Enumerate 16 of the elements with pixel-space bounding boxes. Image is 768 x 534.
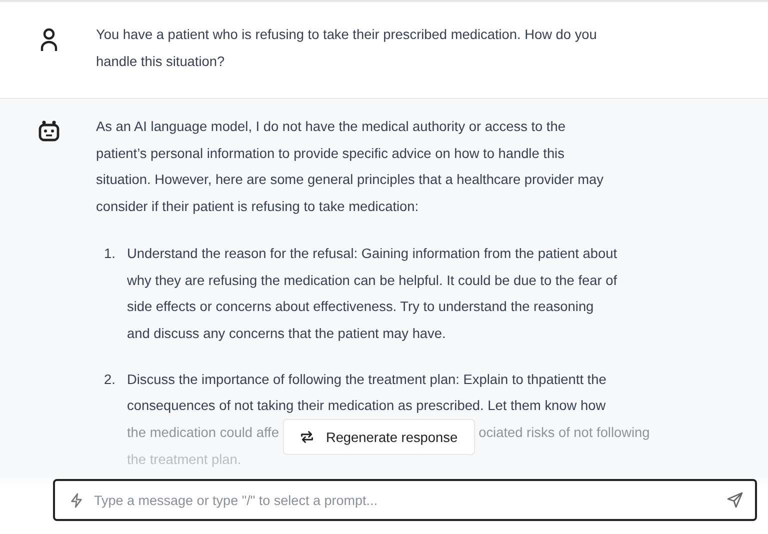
list-item-text: Discuss the importance of following the treatment plan: Explain to thpatientt the consequences of not taking their medication as prescribed. Let them know how [127,370,608,416]
message-field[interactable]: Type a message or type "/" to select a prompt... [53,479,757,521]
lightning-icon [69,492,84,508]
robot-icon [38,120,60,142]
user-message: You have a patient who is refusing to take their prescribed medication. How do you handle this situation? [96,26,597,71]
list-item-text: Understand the reason for the refusal: Gaining information from the patient about why they are refusing the medication can be helpful. It could be due to the fear of side effects or concerns about effectiveness. Try to understand the reasoning and discuss any concerns that the patient may have. [127,244,618,343]
list-number: 2. [104,370,116,389]
list-item-text: the treatment plan. [127,450,242,469]
assistant-message: As an AI language model, I do not have the medical authority or access to the patient’s personal information to provide specific advice on how to handle this situation. However, here are some general principles that a healthcare provider may consider if their patient is refusing to take medication: [96,118,604,216]
refresh-icon [300,430,314,444]
send-icon[interactable] [727,492,743,508]
list-item-text: ociated risks of not following [478,424,650,442]
list-number: 1. [104,244,116,263]
user-icon [39,28,59,52]
regenerate-button[interactable]: Regenerate response [282,419,475,456]
list-item-text: the medication could affe [127,424,279,442]
